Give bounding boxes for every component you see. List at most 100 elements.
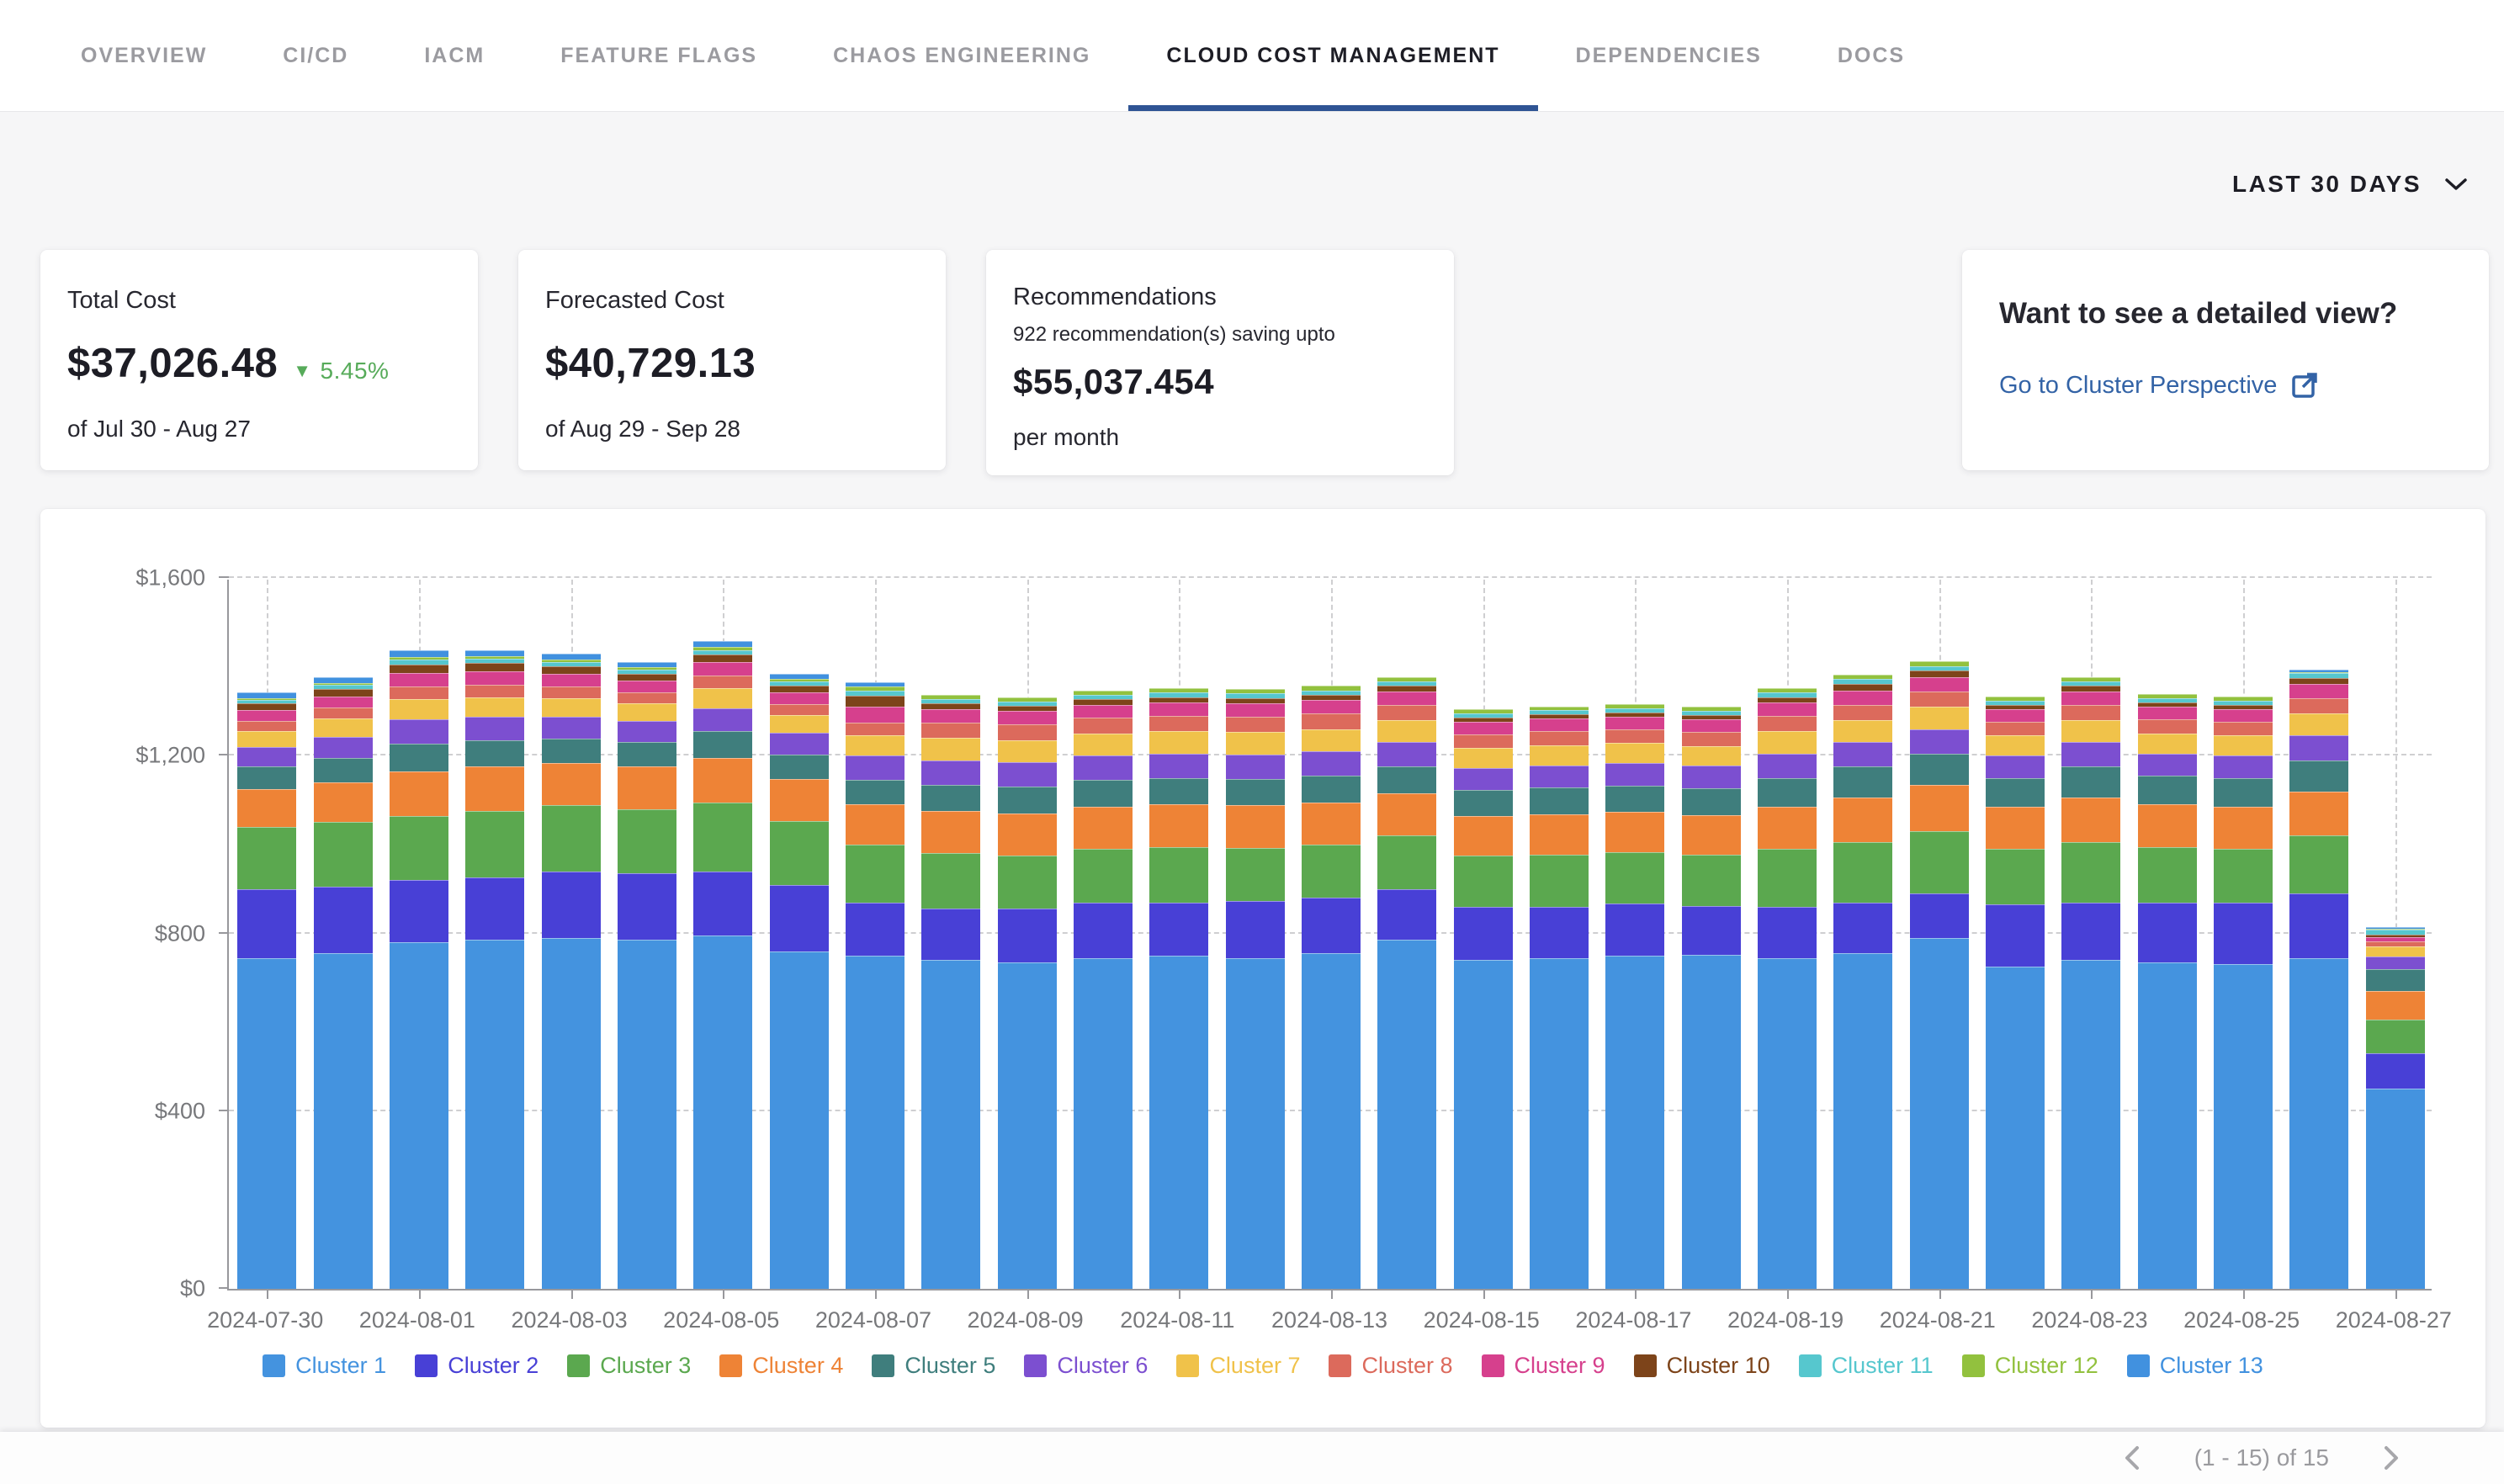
bar-segment-cluster-5[interactable] (1074, 780, 1133, 807)
bar-segment-cluster-5[interactable] (542, 739, 601, 763)
legend-item-cluster-7[interactable]: Cluster 7 (1176, 1353, 1300, 1379)
bar-segment-cluster-8[interactable] (846, 723, 905, 736)
legend-item-cluster-6[interactable]: Cluster 6 (1024, 1353, 1148, 1379)
bar-segment-cluster-6[interactable] (998, 762, 1057, 787)
bar-segment-cluster-5[interactable] (998, 787, 1057, 814)
bar-segment-cluster-1[interactable] (1454, 960, 1513, 1289)
bar-segment-cluster-7[interactable] (846, 735, 905, 755)
bar-segment-cluster-3[interactable] (1530, 855, 1589, 907)
bar-segment-cluster-4[interactable] (542, 763, 601, 805)
bar-segment-cluster-7[interactable] (1758, 731, 1817, 753)
bar-segment-cluster-9[interactable] (2214, 709, 2273, 722)
next-page-button[interactable] (2379, 1443, 2403, 1473)
bar-segment-cluster-3[interactable] (542, 805, 601, 871)
bar-segment-cluster-4[interactable] (2138, 804, 2197, 846)
bar-segment-cluster-7[interactable] (2366, 946, 2425, 957)
bar-segment-cluster-7[interactable] (542, 698, 601, 717)
bar-segment-cluster-5[interactable] (2138, 776, 2197, 804)
bar-segment-cluster-3[interactable] (390, 816, 448, 881)
bar-segment-cluster-5[interactable] (1377, 766, 1436, 793)
bar-segment-cluster-2[interactable] (846, 903, 905, 956)
bar-segment-cluster-7[interactable] (770, 715, 829, 733)
bar-segment-cluster-4[interactable] (237, 789, 296, 827)
bar-segment-cluster-5[interactable] (1986, 778, 2045, 807)
bar-segment-cluster-2[interactable] (1454, 907, 1513, 960)
bar-segment-cluster-8[interactable] (1605, 729, 1664, 744)
tab-cloud-cost-management[interactable]: CLOUD COST MANAGEMENT (1128, 0, 1537, 111)
bar-segment-cluster-9[interactable] (693, 662, 752, 676)
bar-segment-cluster-7[interactable] (1377, 720, 1436, 742)
bar-segment-cluster-10[interactable] (693, 655, 752, 663)
bar-segment-cluster-13[interactable] (390, 650, 448, 657)
bar-segment-cluster-3[interactable] (237, 827, 296, 889)
bar-segment-cluster-9[interactable] (2289, 684, 2348, 698)
legend-item-cluster-9[interactable]: Cluster 9 (1482, 1353, 1605, 1379)
legend-item-cluster-8[interactable]: Cluster 8 (1329, 1353, 1452, 1379)
bar-segment-cluster-1[interactable] (921, 960, 980, 1289)
bar-segment-cluster-8[interactable] (1682, 732, 1741, 746)
bar-segment-cluster-7[interactable] (1986, 735, 2045, 755)
bar-segment-cluster-6[interactable] (237, 747, 296, 767)
bar-segment-cluster-1[interactable] (2214, 964, 2273, 1289)
bar-segment-cluster-2[interactable] (2138, 903, 2197, 962)
bar-segment-cluster-3[interactable] (1986, 849, 2045, 904)
bar-segment-cluster-2[interactable] (921, 909, 980, 960)
bar-segment-cluster-5[interactable] (1682, 788, 1741, 815)
bar-segment-cluster-5[interactable] (618, 742, 676, 766)
bar-segment-cluster-2[interactable] (1074, 903, 1133, 958)
bar-segment-cluster-6[interactable] (846, 755, 905, 780)
bar-segment-cluster-9[interactable] (2138, 707, 2197, 719)
bar-segment-cluster-1[interactable] (542, 938, 601, 1289)
bar-segment-cluster-6[interactable] (2366, 957, 2425, 969)
bar-segment-cluster-6[interactable] (1833, 742, 1892, 766)
bar-segment-cluster-8[interactable] (998, 724, 1057, 739)
bar-segment-cluster-5[interactable] (693, 731, 752, 758)
bar-segment-cluster-9[interactable] (1910, 677, 1969, 692)
bar-segment-cluster-13[interactable] (314, 677, 373, 683)
bar-segment-cluster-1[interactable] (314, 953, 373, 1289)
bar-segment-cluster-3[interactable] (2061, 842, 2120, 902)
bar-segment-cluster-1[interactable] (998, 962, 1057, 1289)
bar-segment-cluster-3[interactable] (846, 845, 905, 903)
bar-segment-cluster-9[interactable] (1605, 717, 1664, 729)
legend-item-cluster-11[interactable]: Cluster 11 (1799, 1353, 1934, 1379)
bar-segment-cluster-2[interactable] (1682, 906, 1741, 955)
bar-segment-cluster-4[interactable] (390, 771, 448, 816)
bar-segment-cluster-6[interactable] (1910, 729, 1969, 754)
bar-segment-cluster-4[interactable] (693, 758, 752, 803)
bar-segment-cluster-6[interactable] (770, 733, 829, 754)
bar-segment-cluster-1[interactable] (1910, 938, 1969, 1289)
bar-segment-cluster-6[interactable] (390, 719, 448, 744)
bar-segment-cluster-6[interactable] (2138, 754, 2197, 776)
bar-segment-cluster-9[interactable] (314, 697, 373, 708)
bar-segment-cluster-7[interactable] (2061, 720, 2120, 742)
bar-segment-cluster-3[interactable] (770, 821, 829, 886)
bar-segment-cluster-5[interactable] (390, 744, 448, 771)
bar-segment-cluster-13[interactable] (693, 641, 752, 647)
bar-segment-cluster-5[interactable] (2061, 766, 2120, 798)
bar-segment-cluster-8[interactable] (770, 704, 829, 715)
bar-segment-cluster-3[interactable] (465, 811, 524, 877)
bar-segment-cluster-5[interactable] (2289, 761, 2348, 792)
bar-segment-cluster-3[interactable] (2138, 847, 2197, 903)
bar-segment-cluster-5[interactable] (1605, 786, 1664, 813)
bar-segment-cluster-8[interactable] (1149, 716, 1208, 731)
bar-segment-cluster-1[interactable] (1758, 958, 1817, 1289)
bar-segment-cluster-4[interactable] (1074, 807, 1133, 849)
bar-segment-cluster-7[interactable] (1149, 731, 1208, 753)
bar-segment-cluster-7[interactable] (1833, 720, 1892, 742)
bar-segment-cluster-2[interactable] (1377, 889, 1436, 941)
bar-segment-cluster-9[interactable] (1454, 722, 1513, 734)
bar-segment-cluster-6[interactable] (1530, 766, 1589, 787)
bar-segment-cluster-9[interactable] (998, 711, 1057, 724)
bar-segment-cluster-4[interactable] (2289, 792, 2348, 836)
bar-segment-cluster-2[interactable] (1910, 893, 1969, 938)
bar-segment-cluster-5[interactable] (1833, 766, 1892, 798)
bar-segment-cluster-6[interactable] (1758, 754, 1817, 778)
bar-segment-cluster-6[interactable] (1302, 751, 1361, 776)
tab-feature-flags[interactable]: FEATURE FLAGS (523, 0, 795, 111)
bar-segment-cluster-7[interactable] (237, 731, 296, 747)
bar-segment-cluster-1[interactable] (770, 951, 829, 1289)
bar-segment-cluster-5[interactable] (1302, 776, 1361, 803)
bar-segment-cluster-2[interactable] (2366, 1053, 2425, 1089)
